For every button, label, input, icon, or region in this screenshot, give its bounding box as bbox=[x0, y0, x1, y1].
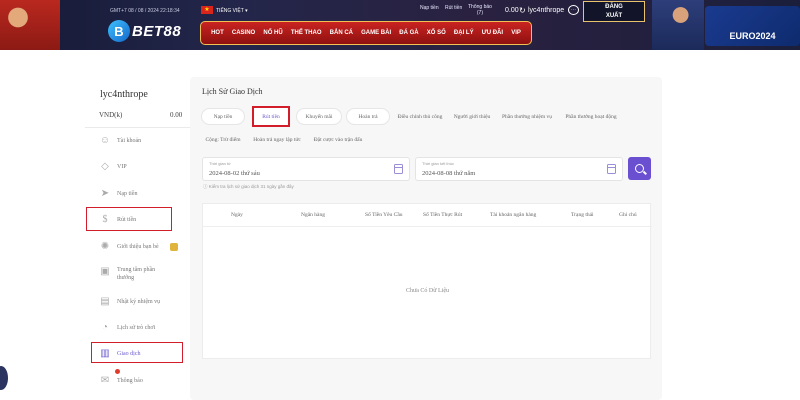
mail-icon: ✉ bbox=[100, 375, 110, 386]
nav-casino[interactable]: CASINO bbox=[232, 30, 255, 36]
nav-uu-dai[interactable]: ƯU ĐÃI bbox=[482, 30, 503, 36]
search-button[interactable] bbox=[628, 157, 651, 180]
logo-mark-icon: B bbox=[108, 20, 130, 42]
tab-mission-reward[interactable]: Phần thưởng nhiệm vụ bbox=[497, 108, 557, 125]
player-image-left bbox=[0, 0, 60, 50]
tab-deposit[interactable]: Nạp tiền bbox=[201, 108, 245, 125]
send-icon: ➤ bbox=[100, 188, 110, 199]
calendar-icon[interactable] bbox=[607, 164, 616, 174]
deposit-link[interactable]: Nạp tiền bbox=[420, 5, 439, 11]
tab-manual-adjust[interactable]: Điều chỉnh thủ công bbox=[393, 108, 447, 125]
header-username[interactable]: lyc4nthrope bbox=[528, 7, 564, 14]
balance-value: 0.00 bbox=[505, 7, 519, 14]
main-nav: HOT CASINO NỔ HŨ THỂ THAO BẮN CÁ GAME BÀ… bbox=[200, 21, 532, 45]
col-bank-account: Tài khoản ngân hàng bbox=[490, 212, 537, 218]
table-header: Ngày Ngân hàng Số Tiền Yêu Cầu Số Tiền T… bbox=[203, 204, 652, 227]
euro2024-badge: EURO2024 bbox=[705, 6, 800, 46]
nav-no-hu[interactable]: NỔ HŨ bbox=[263, 30, 282, 36]
nav-da-ga[interactable]: ĐÁ GÀ bbox=[399, 30, 418, 36]
calendar-icon[interactable] bbox=[394, 164, 403, 174]
nav-xo-so[interactable]: XỔ SỐ bbox=[427, 30, 446, 36]
highlight-withdraw bbox=[86, 207, 172, 231]
currency-label: VND(k) bbox=[99, 111, 123, 119]
col-notes: Ghi chú bbox=[619, 212, 637, 218]
start-date-field[interactable]: Thời gian từ 2024-08-02 thứ sáu bbox=[202, 157, 410, 181]
tab-instant-rebate[interactable]: Hoàn trả ngay lập tức bbox=[248, 131, 306, 148]
support-bubble[interactable] bbox=[0, 366, 8, 390]
nav-the-thao[interactable]: THỂ THAO bbox=[291, 30, 322, 36]
history-icon: ◔ bbox=[101, 322, 109, 333]
vietnam-flag-icon[interactable]: ★ bbox=[201, 6, 213, 14]
end-date-label: Thời gian kết thúc bbox=[422, 161, 454, 166]
currency-value: 0.00 bbox=[170, 111, 183, 119]
withdraw-link[interactable]: Rút tiền bbox=[445, 5, 462, 11]
sidebar-item-referral[interactable]: ✺ Giới thiệu bạn bè bbox=[99, 240, 159, 254]
highlight-transactions bbox=[91, 342, 183, 363]
sidebar-item-deposit[interactable]: ➤ Nạp tiền bbox=[99, 187, 138, 201]
sidebar-item-missions[interactable]: ▤ Nhật ký nhiệm vụ bbox=[99, 295, 160, 309]
language-selector[interactable]: TIẾNG VIỆT ▾ bbox=[216, 8, 248, 14]
sidebar-item-rewards[interactable]: ▣ Trung tâm phần thưởng bbox=[99, 266, 171, 286]
chat-icon[interactable]: … bbox=[568, 5, 579, 15]
player-image-right bbox=[652, 0, 704, 50]
end-date-value: 2024-08-08 thứ năm bbox=[422, 170, 476, 177]
datetime-label: GMT+7 08 / 08 / 2024 22:18:34 bbox=[110, 8, 180, 14]
notifications-link[interactable]: Thông báo (7) bbox=[468, 4, 492, 16]
empty-state: Chưa Có Dữ Liệu bbox=[406, 288, 449, 294]
sidebar-item-game-history[interactable]: ◔ Lịch sử trò chơi bbox=[99, 321, 155, 335]
user-icon: ☺ bbox=[99, 135, 111, 146]
col-actual: Số Tiền Thực Rút bbox=[423, 212, 463, 218]
nav-dai-ly[interactable]: ĐẠI LÝ bbox=[454, 30, 474, 36]
tab-points-adjust[interactable]: Cộng: Trừ điểm bbox=[201, 131, 245, 148]
sidebar-username: lyc4nthrope bbox=[100, 89, 148, 100]
tab-rebate[interactable]: Hoàn trả bbox=[346, 108, 390, 125]
start-date-value: 2024-08-02 thứ sáu bbox=[209, 170, 260, 177]
gift-icon: ▣ bbox=[100, 266, 110, 277]
tab-withdraw[interactable]: Rút tiền bbox=[252, 106, 290, 127]
refresh-icon[interactable]: ↻ bbox=[519, 6, 526, 15]
bet88-logo[interactable]: B BET88 bbox=[108, 20, 181, 42]
referral-gift-icon bbox=[170, 243, 178, 251]
clipboard-icon: ▤ bbox=[100, 296, 110, 307]
col-date: Ngày bbox=[231, 212, 243, 218]
notification-count: (7) bbox=[476, 10, 484, 16]
sidebar-divider bbox=[85, 127, 190, 128]
page-title: Lịch Sử Giao Dịch bbox=[202, 87, 263, 96]
end-date-field[interactable]: Thời gian kết thúc 2024-08-08 thứ năm bbox=[415, 157, 623, 181]
logout-button[interactable]: ĐĂNG XUẤT bbox=[583, 1, 645, 22]
sidebar-item-account[interactable]: ☺ Tài khoản bbox=[99, 134, 141, 148]
tab-match-bets[interactable]: Đặt cược vào trận đấu bbox=[309, 131, 367, 148]
history-note: ⓘ Kiểm tra lịch sử giao dịch 31 ngày gần… bbox=[203, 184, 294, 189]
bulb-icon: ✺ bbox=[100, 241, 110, 252]
sidebar-item-notifications[interactable]: ✉ Thông báo bbox=[99, 374, 143, 388]
nav-ban-ca[interactable]: BẮN CÁ bbox=[330, 30, 353, 36]
search-icon bbox=[635, 164, 644, 173]
col-requested: Số Tiền Yêu Cầu bbox=[365, 212, 403, 218]
sidebar-item-vip[interactable]: ◇ VIP bbox=[99, 160, 127, 174]
nav-vip[interactable]: VIP bbox=[511, 30, 521, 36]
nav-game-bai[interactable]: GAME BÀI bbox=[361, 30, 391, 36]
tab-activity-reward[interactable]: Phần thưởng hoạt động bbox=[560, 108, 622, 125]
transactions-table: Ngày Ngân hàng Số Tiền Yêu Cầu Số Tiền T… bbox=[202, 203, 652, 359]
page-root: EURO2024 GMT+7 08 / 08 / 2024 22:18:34 ★… bbox=[0, 0, 800, 400]
col-bank: Ngân hàng bbox=[301, 212, 325, 218]
notification-dot bbox=[115, 369, 120, 374]
top-banner: EURO2024 GMT+7 08 / 08 / 2024 22:18:34 ★… bbox=[0, 0, 800, 50]
tab-promotion[interactable]: Khuyến mãi bbox=[296, 108, 342, 125]
nav-hot[interactable]: HOT bbox=[211, 30, 224, 36]
tab-referrer[interactable]: Người giới thiệu bbox=[449, 108, 495, 125]
diamond-icon: ◇ bbox=[101, 161, 109, 172]
col-status: Trạng thái bbox=[571, 212, 594, 218]
start-date-label: Thời gian từ bbox=[209, 161, 231, 166]
